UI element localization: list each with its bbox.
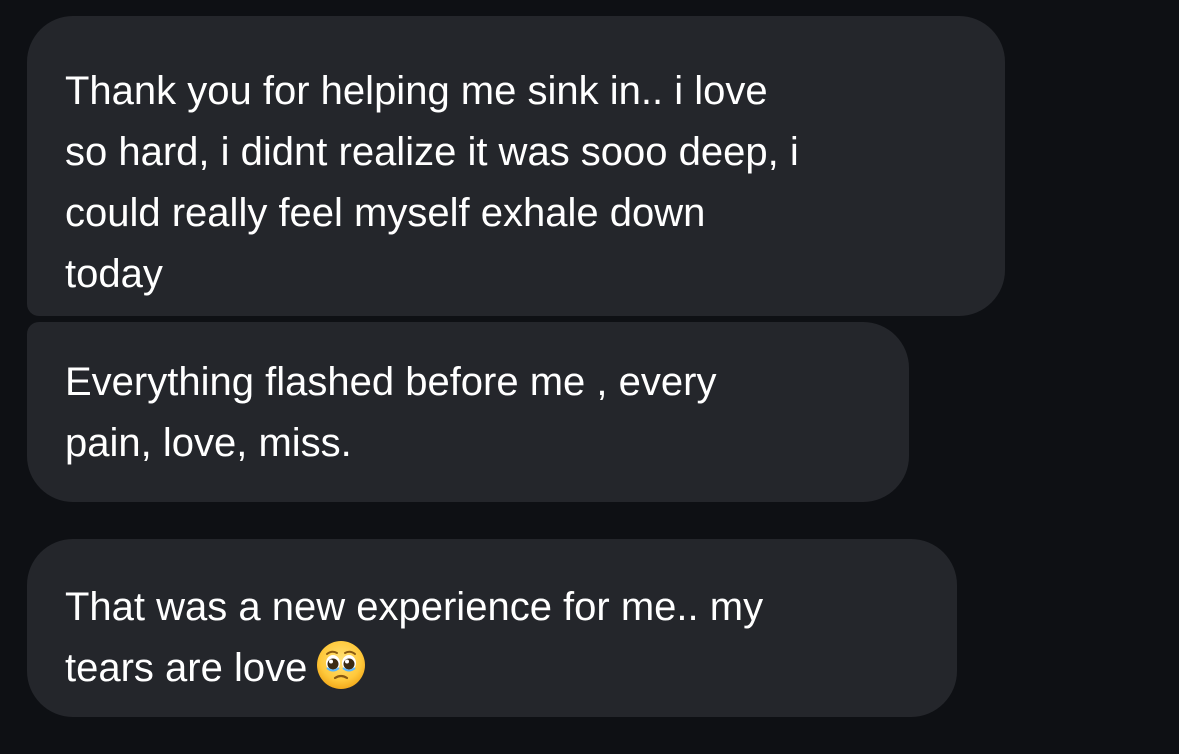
message-line: Thank you for helping me sink in.. i lov… <box>65 69 768 113</box>
message-bubble[interactable]: That was a new experience for me.. my te… <box>27 539 957 717</box>
message-text: Everything flashed before me , every pai… <box>65 352 909 474</box>
message-line: Everything flashed before me , every <box>65 360 717 404</box>
message-bubble[interactable]: Everything flashed before me , every pai… <box>27 322 909 502</box>
message-line: could really feel myself exhale down <box>65 191 706 235</box>
message-thread: Thank you for helping me sink in.. i lov… <box>0 0 1179 754</box>
message-line-with-emoji: tears are love <box>65 638 957 699</box>
message-bubble[interactable]: Thank you for helping me sink in.. i lov… <box>27 16 1005 316</box>
message-text: Thank you for helping me sink in.. i lov… <box>65 61 1005 305</box>
message-line: today <box>65 252 163 296</box>
pleading-face-icon <box>315 639 367 691</box>
message-text: That was a new experience for me.. my te… <box>65 577 957 699</box>
message-line-text: tears are love <box>65 646 308 690</box>
message-line: pain, love, miss. <box>65 421 352 465</box>
message-line: so hard, i didnt realize it was sooo dee… <box>65 130 799 174</box>
message-line: That was a new experience for me.. my <box>65 585 764 629</box>
